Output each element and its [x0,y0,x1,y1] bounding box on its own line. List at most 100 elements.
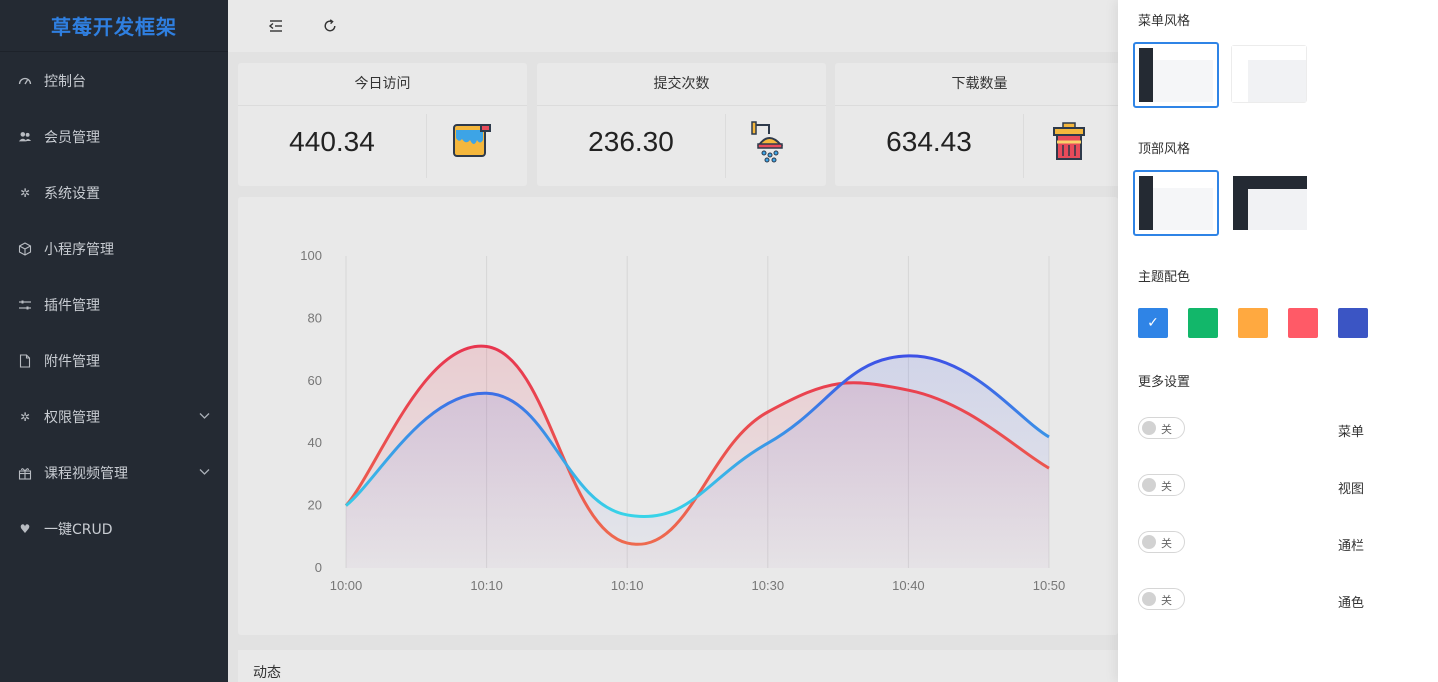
chevron-down-icon [199,465,210,479]
sidebar-item-members[interactable]: 会员管理 [0,109,228,165]
stat-card-visits: 今日访问 440.34 [238,63,527,186]
top-bar [228,0,1118,52]
stat-card-title: 今日访问 [238,63,527,106]
stat-card-value: 634.43 [886,126,972,157]
view-toggle-label: 视图 [1338,482,1365,497]
settings-drawer: 菜单风格 顶部风格 主题配色 ✓ 更多设置 关 菜单 关 视图 关 通栏 关 通… [1118,0,1438,682]
theme-color-blue[interactable]: ✓ [1138,308,1168,338]
more-settings-title: 更多设置 [1138,375,1191,390]
gear-icon: ✲ [19,186,31,200]
toggle-state: 关 [1161,423,1172,436]
stat-card-downloads: 下载数量 634.43 [835,63,1124,186]
sidebar-item-miniprogram[interactable]: 小程序管理 [0,221,228,277]
dashboard-icon [18,74,32,88]
theme-color-title: 主题配色 [1138,270,1191,285]
sidebar-item-dashboard[interactable]: 控制台 [0,53,228,109]
toggle-knob [1142,478,1156,492]
paint-bucket-icon [453,124,491,157]
sidebar-item-label: 一键CRUD [44,522,113,538]
theme-color-indigo[interactable] [1338,308,1368,338]
shower-icon [751,121,784,163]
theme-color-orange[interactable] [1238,308,1268,338]
stat-card-title: 提交次数 [537,63,826,106]
y-tick-label: 60 [308,373,322,388]
dark-header-preview [1233,176,1307,230]
stat-card-value: 236.30 [588,126,674,157]
menu-style-light-option[interactable] [1231,45,1307,103]
heart-icon: ♥ [19,522,31,536]
uniform-color-toggle-label: 通色 [1338,596,1365,611]
app-logo-title: 草莓开发框架 [0,0,228,52]
toggle-state: 关 [1161,480,1172,493]
x-tick-label: 10:10 [470,578,503,593]
menu-toggle-label: 菜单 [1338,425,1365,440]
sidebar-item-label: 权限管理 [44,410,100,426]
sidebar-item-label: 会员管理 [44,130,100,146]
sliders-icon [18,298,32,312]
toggle-knob [1142,592,1156,606]
stat-card-value: 440.34 [289,126,375,157]
uniform-color-toggle[interactable]: 关 [1138,588,1185,610]
sidebar-item-label: 系统设置 [44,186,100,202]
sidebar-item-plugins[interactable]: 插件管理 [0,277,228,333]
chevron-down-icon [199,409,210,423]
sidebar: 草莓开发框架 控制台 会员管理 ✲ 系统设置 小程序管理 插件管理 附件管理 ✲ [0,0,228,682]
cube-icon [18,242,32,256]
toggle-knob [1142,421,1156,435]
light-sidebar-preview [1232,46,1306,102]
sidebar-item-label: 插件管理 [44,298,100,314]
sidebar-item-label: 课程视频管理 [44,466,128,482]
users-icon [18,130,32,144]
sidebar-item-label: 小程序管理 [44,242,114,258]
gear-icon: ✲ [19,410,31,424]
collapse-menu-button[interactable] [262,12,290,40]
menu-toggle[interactable]: 关 [1138,417,1185,439]
full-width-toggle[interactable]: 关 [1138,531,1185,553]
refresh-button[interactable] [316,12,344,40]
refresh-icon [324,19,336,32]
x-tick-label: 10:00 [330,578,363,593]
main-content: 今日访问 440.34 提交次数 236.30 下载数量 634.43 0 20… [228,52,1124,682]
toggle-state: 关 [1161,537,1172,550]
menu-style-title: 菜单风格 [1138,14,1191,29]
x-tick-label: 10:40 [892,578,925,593]
line-chart: 0 20 40 60 80 100 10:00 10:10 10:10 10:30 10:40 10:… [300,248,1066,593]
y-tick-label: 100 [300,248,322,263]
line-chart-panel: 0 20 40 60 80 100 10:00 10:10 10:10 10:30 10:40 10:… [238,197,1118,635]
top-style-dark-option[interactable] [1233,176,1307,230]
sidebar-item-course-video[interactable]: 课程视频管理 [0,445,228,501]
sidebar-item-label: 控制台 [44,74,86,90]
dark-sidebar-preview [1139,48,1213,102]
activity-title: 动态 [253,665,281,681]
check-icon: ✓ [1147,315,1159,331]
theme-color-red[interactable] [1288,308,1318,338]
x-tick-label: 10:10 [611,578,644,593]
x-tick-label: 10:50 [1033,578,1066,593]
sidebar-item-attachments[interactable]: 附件管理 [0,333,228,389]
divider [725,114,726,178]
gift-icon [18,466,32,480]
top-style-title: 顶部风格 [1138,142,1191,157]
view-toggle[interactable]: 关 [1138,474,1185,496]
toggle-knob [1142,535,1156,549]
top-style-light-option[interactable] [1133,170,1219,236]
stat-card-title: 下载数量 [835,63,1124,106]
theme-color-green[interactable] [1188,308,1218,338]
divider [426,114,427,178]
full-width-toggle-label: 通栏 [1338,539,1365,554]
trash-icon [1053,122,1085,160]
divider [1023,114,1024,178]
light-header-preview [1139,176,1213,230]
menu-style-dark-option[interactable] [1133,42,1219,108]
y-tick-label: 0 [315,560,322,575]
x-tick-label: 10:30 [752,578,785,593]
y-tick-label: 20 [308,498,322,513]
y-tick-label: 80 [308,310,322,325]
file-icon [18,354,32,368]
sidebar-item-label: 附件管理 [44,354,100,370]
activity-panel: 动态 [238,650,1118,682]
sidebar-item-system-settings[interactable]: ✲ 系统设置 [0,165,228,221]
toggle-state: 关 [1161,594,1172,607]
sidebar-item-permissions[interactable]: ✲ 权限管理 [0,389,228,445]
sidebar-item-crud[interactable]: ♥ 一键CRUD [0,501,228,557]
